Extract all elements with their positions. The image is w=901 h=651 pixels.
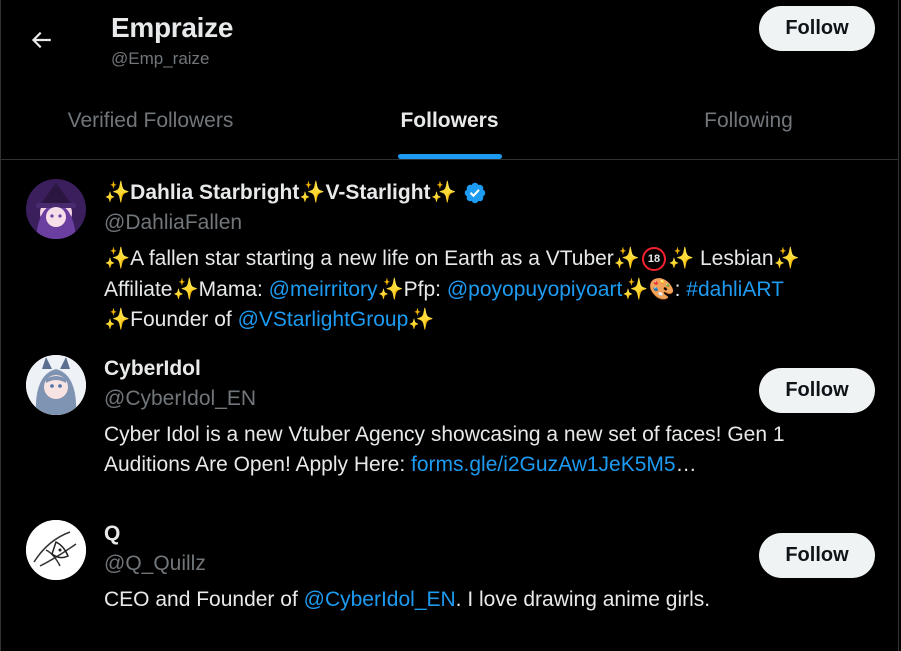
follow-button[interactable]: Follow (759, 533, 875, 578)
verified-badge-icon (463, 181, 487, 205)
avatar[interactable] (26, 355, 86, 415)
user-bio: ✨A fallen star starting a new life on Ea… (104, 247, 800, 331)
user-bio: CEO and Founder of @CyberIdol_EN. I love… (104, 588, 711, 611)
sparkle-icon: ✨ (299, 181, 326, 204)
app-window: Empraize @Emp_raize Verified Followers F… (0, 0, 899, 651)
title-block: Empraize @Emp_raize (111, 10, 233, 70)
tab-label: Verified Followers (67, 108, 234, 132)
active-tab-indicator (397, 154, 502, 159)
avatar[interactable] (26, 179, 86, 239)
palette-icon: 🎨 (648, 277, 675, 301)
arrow-left-icon (31, 31, 51, 49)
avatar[interactable] (26, 520, 86, 580)
mention-link[interactable]: @meirritory (269, 278, 378, 301)
page-title: Empraize (111, 12, 234, 43)
tab-following[interactable]: Following (599, 82, 898, 159)
hashtag-link[interactable]: #dahliART (686, 278, 784, 301)
tab-bar: Verified Followers Followers Following (1, 82, 898, 160)
tab-label: Followers (400, 108, 499, 132)
mention-link[interactable]: @poyopuyopiyoart (447, 278, 622, 301)
tab-label: Following (704, 108, 793, 132)
user-name[interactable]: CyberIdol (104, 355, 874, 383)
sparkle-icon: ✨ (430, 181, 457, 204)
sparkle-icon: ✨ (104, 181, 131, 204)
user-bio: Cyber Idol is a new Vtuber Agency showca… (104, 423, 785, 476)
user-name[interactable]: ✨ Dahlia Starbright ✨ V-Starlight ✨ (104, 179, 874, 207)
follow-button[interactable]: Follow (759, 6, 875, 51)
follow-button[interactable]: Follow (759, 368, 875, 413)
user-handle[interactable]: @DahliaFallen (104, 209, 874, 237)
mention-link[interactable]: @VStarlightGroup (238, 308, 409, 331)
tab-verified-followers[interactable]: Verified Followers (1, 82, 300, 159)
tab-followers[interactable]: Followers (300, 82, 599, 159)
user-name[interactable]: Q (104, 520, 874, 548)
mention-link[interactable]: @CyberIdol_EN (304, 588, 456, 611)
no-under-18-icon: 18 (641, 247, 666, 272)
back-button[interactable] (23, 22, 59, 58)
page-handle: @Emp_raize (111, 49, 210, 68)
user-cell[interactable]: CyberIdol @CyberIdol_EN Cyber Idol is a … (1, 336, 898, 501)
url-link[interactable]: forms.gle/i2GuzAw1JeK5M5 (411, 453, 676, 476)
user-cell[interactable]: ✨ Dahlia Starbright ✨ V-Starlight ✨ @Dahlia… (1, 6, 898, 336)
user-cell[interactable]: Q @Q_Quillz CEO and Founder of @CyberIdo… (1, 501, 898, 621)
